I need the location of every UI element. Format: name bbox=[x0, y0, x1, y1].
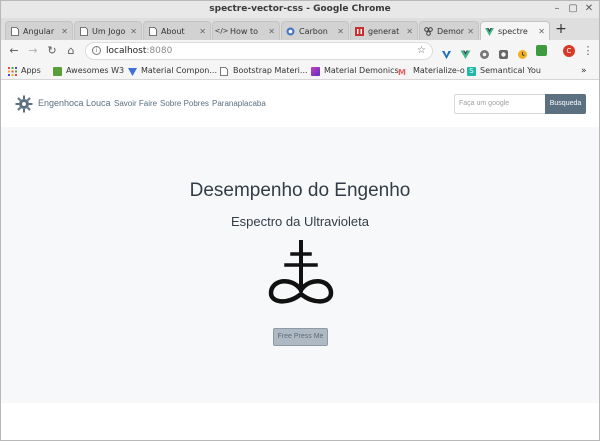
nav-link-sobre-pobres[interactable]: Sobre Pobres bbox=[160, 98, 209, 110]
hero-section: Desempenho do Engenho Espectro da Ultrav… bbox=[1, 127, 599, 403]
page-icon bbox=[10, 26, 19, 36]
red-square-icon bbox=[355, 26, 364, 36]
minimize-icon[interactable]: – bbox=[551, 3, 563, 15]
nav-link-paranaplacaba[interactable]: Paranaplacaba bbox=[212, 98, 266, 110]
url-port: :8080 bbox=[146, 46, 173, 56]
extension-clock-icon[interactable] bbox=[517, 45, 528, 59]
bookmark-material-components[interactable]: Material Compon... bbox=[128, 65, 217, 77]
bookmark-bootstrap-materi[interactable]: Bootstrap Materi... bbox=[220, 65, 308, 77]
bookmark-label: Awesomes W3 bbox=[66, 66, 125, 75]
tab-label: About bbox=[161, 26, 185, 36]
close-tab-icon[interactable]: ✕ bbox=[538, 27, 545, 36]
bookmark-label: Material Demonics bbox=[324, 66, 399, 75]
bookmarks-bar: Apps Awesomes W3 Material Compon... Boot… bbox=[1, 62, 599, 80]
page-icon bbox=[220, 66, 229, 76]
material-icon bbox=[128, 67, 137, 76]
apps-grid-icon bbox=[8, 66, 17, 76]
close-tab-icon[interactable]: ✕ bbox=[268, 27, 275, 36]
menu-dots-icon[interactable]: ⋮ bbox=[581, 44, 595, 58]
tab-carbon[interactable]: Carbon ✕ bbox=[281, 21, 349, 40]
tab-label: Angular bbox=[23, 26, 55, 36]
tab-about[interactable]: About ✕ bbox=[143, 21, 211, 40]
extension-shield-icon[interactable] bbox=[498, 45, 509, 59]
extension-vue-icon[interactable] bbox=[460, 45, 471, 59]
gear-icon[interactable] bbox=[15, 95, 33, 113]
tab-label: generat bbox=[368, 26, 400, 36]
browser-toolbar: ← → ↻ ⌂ i localhost:8080 ☆ C ⋮ bbox=[1, 40, 599, 62]
tab-generat[interactable]: generat ✕ bbox=[350, 21, 418, 40]
url-host: localhost bbox=[106, 46, 147, 56]
hero-title: Desempenho do Engenho bbox=[189, 180, 411, 201]
bookmark-label: Material Compon... bbox=[141, 66, 217, 75]
tab-label: Demon bbox=[437, 26, 465, 36]
bookmark-awesomes-w3[interactable]: Awesomes W3 bbox=[53, 65, 124, 77]
bookmark-label: Apps bbox=[21, 66, 41, 75]
vue-icon bbox=[485, 27, 494, 36]
code-icon: </> bbox=[214, 27, 229, 35]
tab-strip: Angular ✕ Um Jogo ✕ About ✕ </> How to ✕… bbox=[1, 18, 599, 41]
close-tab-icon[interactable]: ✕ bbox=[337, 27, 344, 36]
tab-label: Carbon bbox=[299, 26, 328, 36]
extension-green-icon[interactable] bbox=[536, 45, 547, 56]
tab-um-jogo[interactable]: Um Jogo ✕ bbox=[74, 21, 142, 40]
bookmark-semantical-you[interactable]: S Semantical You bbox=[467, 65, 541, 77]
close-tab-icon[interactable]: ✕ bbox=[199, 27, 206, 36]
extension-settings-icon[interactable] bbox=[479, 45, 490, 59]
site-brand[interactable]: Engenhoca Louca bbox=[38, 96, 111, 110]
address-bar[interactable]: i localhost:8080 ☆ bbox=[85, 42, 433, 60]
page-icon bbox=[79, 26, 88, 36]
hero-subtitle: Espectro da Ultravioleta bbox=[230, 214, 369, 229]
tab-angular[interactable]: Angular ✕ bbox=[5, 21, 73, 40]
tab-demon[interactable]: Demon ✕ bbox=[419, 21, 479, 40]
free-press-button[interactable]: Free Press Me bbox=[273, 328, 328, 346]
materialize-icon: M bbox=[398, 67, 406, 77]
browser-window: spectre-vector-css - Google Chrome – ▢ ✕… bbox=[0, 0, 600, 441]
maximize-icon[interactable]: ▢ bbox=[567, 3, 579, 15]
w3-icon bbox=[53, 66, 62, 76]
back-arrow-icon[interactable]: ← bbox=[7, 44, 21, 58]
bookmark-label: Semantical You bbox=[480, 66, 541, 75]
semantic-s-icon: S bbox=[467, 66, 476, 76]
close-tab-icon[interactable]: ✕ bbox=[467, 27, 474, 36]
profile-avatar-icon[interactable]: C bbox=[563, 45, 575, 57]
info-icon[interactable]: i bbox=[92, 46, 101, 55]
tab-label: Um Jogo bbox=[92, 26, 126, 36]
tab-label: spectre bbox=[498, 27, 528, 36]
bookmarks-overflow-icon[interactable]: » bbox=[581, 65, 587, 77]
extension-v-blue-icon[interactable] bbox=[441, 45, 452, 59]
close-tab-icon[interactable]: ✕ bbox=[406, 27, 413, 36]
forward-arrow-icon[interactable]: → bbox=[26, 44, 40, 58]
leviathan-cross-icon bbox=[268, 240, 334, 304]
search-button[interactable]: Busqueda bbox=[545, 94, 586, 114]
window-title: spectre-vector-css - Google Chrome bbox=[209, 4, 391, 14]
site-navbar: Engenhoca Louca Savoir Faire Sobre Pobre… bbox=[1, 81, 599, 127]
demonics-icon bbox=[311, 66, 320, 76]
bookmark-star-icon[interactable]: ☆ bbox=[417, 43, 426, 59]
bookmark-apps[interactable]: Apps bbox=[8, 65, 41, 77]
nav-link-savoir-faire[interactable]: Savoir Faire bbox=[114, 98, 157, 110]
tab-how-to[interactable]: </> How to ✕ bbox=[212, 21, 280, 40]
cluster-icon bbox=[424, 26, 433, 36]
carbon-icon bbox=[286, 27, 295, 36]
page-icon bbox=[148, 26, 157, 36]
bookmark-materialize[interactable]: M Materialize-o bbox=[398, 65, 465, 77]
bookmark-label: Bootstrap Materi... bbox=[233, 66, 308, 75]
tab-spectre[interactable]: spectre ✕ bbox=[480, 21, 550, 41]
home-icon[interactable]: ⌂ bbox=[64, 44, 78, 58]
tab-label: How to bbox=[230, 26, 259, 36]
close-tab-icon[interactable]: ✕ bbox=[130, 27, 137, 36]
search-input[interactable]: Faça um google bbox=[454, 94, 545, 114]
page-viewport: Engenhoca Louca Savoir Faire Sobre Pobre… bbox=[1, 81, 599, 440]
title-bar: spectre-vector-css - Google Chrome – ▢ ✕ bbox=[1, 1, 599, 18]
window-controls: – ▢ ✕ bbox=[551, 3, 595, 15]
bookmark-material-demonics[interactable]: Material Demonics bbox=[311, 65, 399, 77]
new-tab-button[interactable]: + bbox=[554, 22, 568, 36]
close-icon[interactable]: ✕ bbox=[583, 3, 595, 15]
reload-icon[interactable]: ↻ bbox=[45, 44, 59, 58]
close-tab-icon[interactable]: ✕ bbox=[61, 27, 68, 36]
bookmark-label: Materialize-o bbox=[413, 66, 465, 75]
